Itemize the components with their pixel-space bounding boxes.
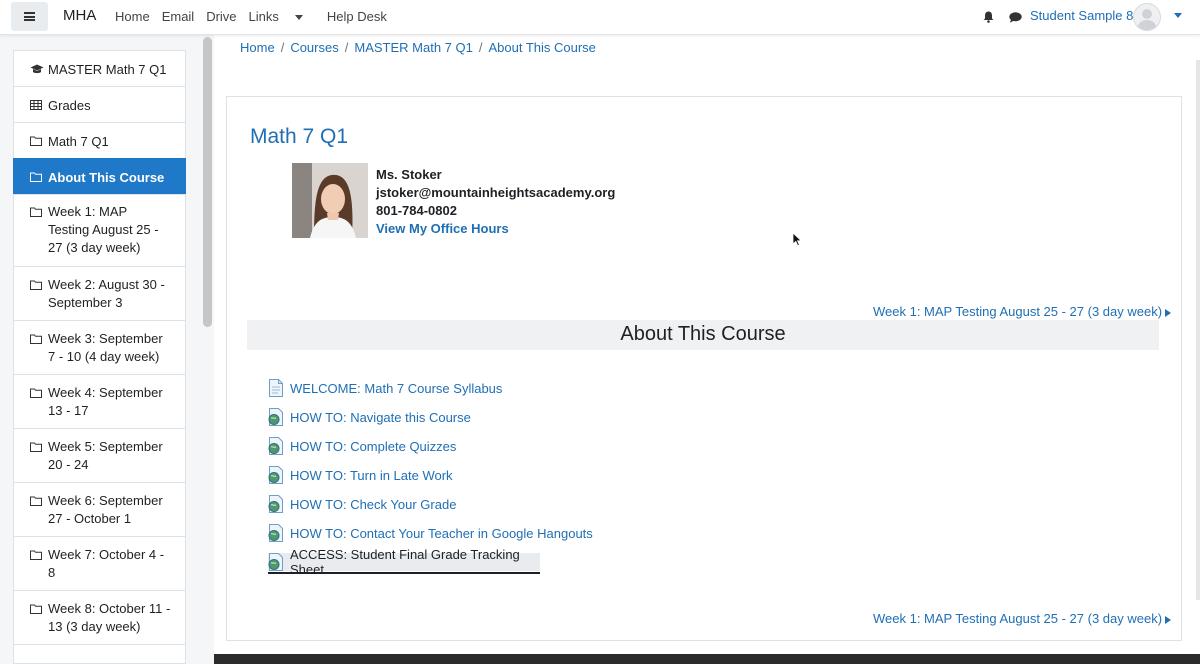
page-title: Math 7 Q1	[250, 125, 349, 148]
sidebar-item-week-4[interactable]: Week 4: September 13 - 17	[13, 374, 186, 429]
teacher-phone: 801-784-0802	[376, 203, 457, 218]
breadcrumb-course[interactable]: MASTER Math 7 Q1	[354, 40, 472, 55]
activity-welcome-syllabus[interactable]: WELCOME: Math 7 Course Syllabus	[268, 379, 502, 397]
play-arrow-icon	[1165, 615, 1172, 624]
breadcrumb-section[interactable]: About This Course	[488, 40, 595, 55]
sidebar-item-grades[interactable]: Grades	[13, 86, 186, 123]
teacher-email: jstoker@mountainheightsacademy.org	[376, 185, 616, 200]
site-brand[interactable]: MHA	[63, 7, 96, 24]
mouse-pointer-icon	[792, 232, 802, 247]
sidebar-item-course[interactable]: MASTER Math 7 Q1	[13, 50, 186, 87]
office-hours-link[interactable]: View My Office Hours	[376, 220, 615, 238]
course-nav-list: MASTER Math 7 Q1 Grades Math 7 Q1 About …	[13, 50, 186, 664]
activity-how-to-contact-teacher[interactable]: HOW TO: Contact Your Teacher in Google H…	[268, 524, 593, 542]
folder-icon	[30, 172, 42, 182]
page-footer	[214, 654, 1200, 664]
play-arrow-icon	[1165, 308, 1172, 317]
folder-icon	[30, 604, 42, 614]
activity-how-to-navigate[interactable]: HOW TO: Navigate this Course	[268, 408, 471, 426]
avatar[interactable]	[1133, 3, 1161, 31]
url-globe-icon	[268, 466, 283, 484]
folder-icon	[30, 207, 42, 217]
user-name[interactable]: Student Sample 8	[1030, 8, 1133, 23]
next-section-link-bottom[interactable]: Week 1: MAP Testing August 25 - 27 (3 da…	[873, 611, 1172, 626]
nav-link-links-label: Links	[248, 9, 279, 24]
url-globe-icon	[268, 495, 283, 513]
hamburger-icon	[24, 12, 35, 21]
teacher-info: Ms. Stoker jstoker@mountainheightsacadem…	[376, 166, 615, 238]
breadcrumb: Home / Courses / MASTER Math 7 Q1/About This…	[240, 40, 596, 55]
sidebar-item-week-9-partial[interactable]	[13, 644, 186, 664]
folder-icon	[30, 136, 42, 146]
sidebar-item-week-1[interactable]: Week 1: MAP Testing August 25 - 27 (3 da…	[13, 194, 186, 267]
sidebar-item-week-3[interactable]: Week 3: September 7 - 10 (4 day week)	[13, 320, 186, 375]
breadcrumb-home[interactable]: Home	[240, 40, 275, 55]
url-globe-icon	[268, 408, 283, 426]
chat-icon[interactable]	[1009, 12, 1022, 23]
section-title: About This Course	[620, 323, 786, 345]
folder-icon	[30, 442, 42, 452]
nav-link-home[interactable]: Home	[115, 9, 150, 24]
folder-icon	[30, 280, 42, 290]
breadcrumb-courses[interactable]: Courses	[290, 40, 338, 55]
sidebar-item-week-6[interactable]: Week 6: September 27 - October 1	[13, 482, 186, 537]
nav-link-links-dropdown[interactable]: Links	[249, 9, 315, 24]
activity-how-to-quizzes[interactable]: HOW TO: Complete Quizzes	[268, 437, 456, 455]
sidebar-item-week-8[interactable]: Week 8: October 11 - 13 (3 day week)	[13, 590, 186, 645]
page-icon	[269, 379, 283, 397]
top-navbar: MHA Home Email Drive Links Help Desk Stu…	[0, 0, 1200, 35]
activity-how-to-late-work[interactable]: HOW TO: Turn in Late Work	[268, 466, 453, 484]
nav-link-email[interactable]: Email	[162, 9, 195, 24]
user-menu-caret-icon[interactable]	[1174, 13, 1182, 18]
sidebar-item-about-this-course[interactable]: About This Course	[13, 158, 186, 195]
folder-icon	[30, 550, 42, 560]
sidebar-item-week-5[interactable]: Week 5: September 20 - 24	[13, 428, 186, 483]
graduation-cap-icon	[30, 64, 44, 74]
folder-icon	[30, 496, 42, 506]
sidebar-item-week-2[interactable]: Week 2: August 30 - September 3	[13, 266, 186, 321]
table-icon	[30, 100, 42, 110]
page-scrollbar[interactable]	[1196, 60, 1200, 600]
activity-how-to-check-grade[interactable]: HOW TO: Check Your Grade	[268, 495, 456, 513]
nav-links: Home Email Drive Links Help Desk	[115, 9, 399, 24]
sidebar-item-week-7[interactable]: Week 7: October 4 - 8	[13, 536, 186, 591]
bell-icon[interactable]	[983, 11, 994, 23]
teacher-photo	[292, 163, 368, 238]
sidebar-item-math-7-q1[interactable]: Math 7 Q1	[13, 122, 186, 159]
nav-link-help-desk[interactable]: Help Desk	[327, 9, 387, 24]
activity-access-grade-tracking-sheet[interactable]: ACCESS: Student Final Grade Tracking She…	[268, 547, 540, 577]
url-globe-icon	[268, 524, 283, 542]
url-globe-icon	[268, 553, 283, 571]
next-section-link-top[interactable]: Week 1: MAP Testing August 25 - 27 (3 da…	[873, 304, 1172, 319]
caret-down-icon	[294, 15, 303, 21]
url-globe-icon	[268, 437, 283, 455]
folder-icon	[30, 334, 42, 344]
drawer-scrollbar[interactable]	[203, 37, 212, 327]
nav-link-drive[interactable]: Drive	[206, 9, 236, 24]
teacher-name: Ms. Stoker	[376, 167, 442, 182]
folder-icon	[30, 388, 42, 398]
menu-toggle-button[interactable]	[11, 2, 48, 31]
